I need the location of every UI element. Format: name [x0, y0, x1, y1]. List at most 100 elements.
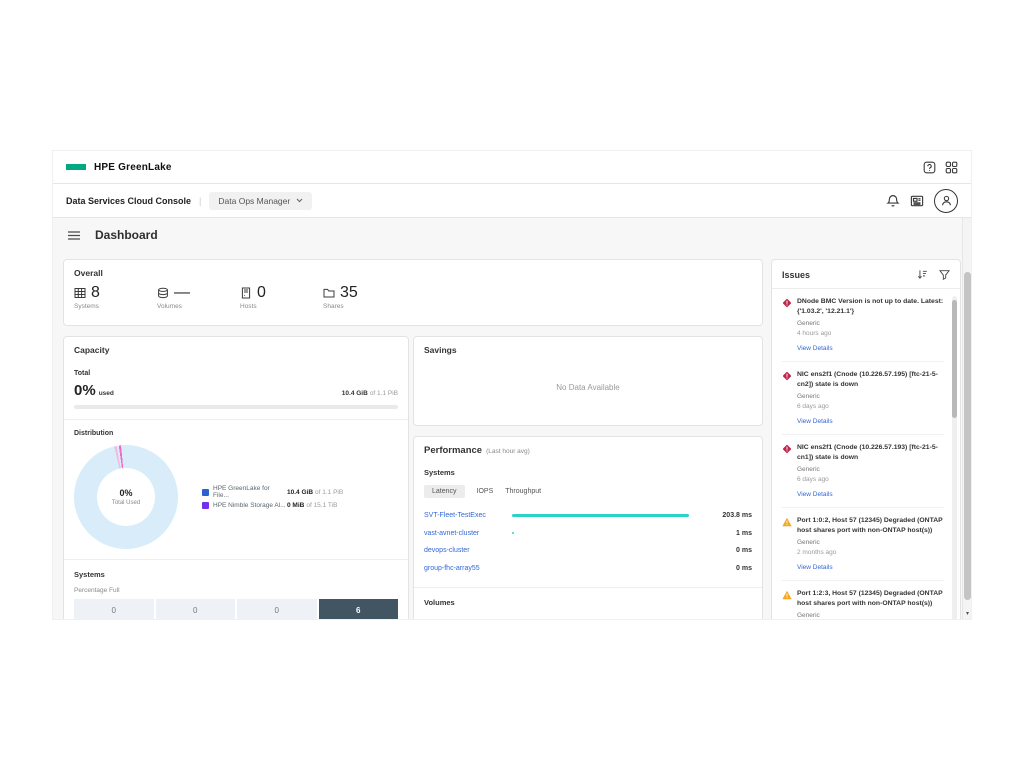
issue-title: NIC ens2f1 (Cnode (10.226.57.193) [ftc-2…	[797, 443, 944, 462]
sort-button[interactable]	[917, 269, 928, 280]
brand-title: HPE GreenLake	[94, 162, 172, 173]
tab-latency[interactable]: Latency	[424, 485, 465, 498]
performance-tabs: Latency IOPS Throughput	[424, 485, 752, 498]
performance-subtitle: (Last hour avg)	[486, 448, 530, 455]
browser-viewport: HPE GreenLake	[52, 150, 972, 620]
performance-row: devops-cluster 0 ms	[424, 542, 752, 560]
divider	[414, 587, 762, 588]
shares-count: 35	[340, 285, 358, 301]
issues-scrollbar-thumb[interactable]	[952, 300, 957, 418]
chevron-down-icon	[296, 198, 303, 203]
help-icon	[923, 161, 936, 174]
notifications-button[interactable]	[886, 194, 900, 208]
issue-category: Generic	[797, 466, 944, 473]
system-link[interactable]: SVT-Fleet-TestExec	[424, 512, 512, 519]
volumes-label: Volumes	[157, 303, 203, 310]
stat-shares[interactable]: 35 Shares	[323, 285, 369, 310]
issue-time: 2 months ago	[797, 549, 944, 556]
system-link[interactable]: vast-avnet-cluster	[424, 530, 512, 537]
capacity-used-amount: 10.4 GiB	[342, 390, 368, 397]
legend-amount: 0 MiB	[287, 502, 304, 509]
legend-item[interactable]: HPE GreenLake for File... 10.4 GiB of 1.…	[202, 485, 343, 499]
capacity-used-percent: 0%	[74, 382, 96, 399]
capacity-used-of: of 1.1 PiB	[370, 390, 398, 397]
hosts-icon	[240, 287, 252, 299]
header-separator: |	[199, 196, 201, 206]
filter-icon	[939, 269, 950, 280]
legend-swatch-purple	[202, 502, 209, 509]
page-scrollbar[interactable]: ▾	[962, 218, 971, 619]
donut-center-label: Total Used	[112, 500, 140, 506]
latency-bar	[512, 514, 689, 517]
divider	[64, 419, 408, 420]
hosts-label: Hosts	[240, 303, 286, 310]
issue-item[interactable]: Port 1:0:2, Host 57 (12345) Degraded (ON…	[782, 508, 944, 581]
filter-button[interactable]	[939, 269, 950, 280]
capacity-used-suffix: used	[99, 390, 114, 397]
issue-item[interactable]: NIC ens2f1 (Cnode (10.226.57.193) [ftc-2…	[782, 435, 944, 508]
app-selector-dropdown[interactable]: Data Ops Manager	[209, 192, 312, 210]
percentage-full-buckets: 0 0 0 6	[74, 599, 398, 619]
legend-item[interactable]: HPE Nimble Storage Al... 0 MiB of 15.1 T…	[202, 502, 343, 509]
performance-rows: SVT-Fleet-TestExec 203.8 ms vast-avnet-c…	[424, 507, 752, 577]
view-details-link[interactable]: View Details	[797, 345, 833, 352]
legend-amount: 10.4 GiB	[287, 489, 313, 496]
issues-panel: Issues	[771, 259, 961, 619]
systems-count: 8	[91, 285, 100, 301]
volumes-icon	[157, 287, 169, 299]
critical-icon	[782, 444, 792, 501]
savings-panel: Savings No Data Available	[413, 336, 763, 426]
latency-value: 0 ms	[698, 547, 752, 554]
page-title: Dashboard	[95, 228, 158, 242]
issues-scrollbar[interactable]	[952, 296, 957, 619]
bucket-segment[interactable]: 0	[237, 599, 317, 619]
stat-hosts[interactable]: 0 Hosts	[240, 285, 286, 310]
issue-title: DNode BMC Version is not up to date. Lat…	[797, 297, 944, 316]
apps-grid-button[interactable]	[945, 161, 958, 174]
volumes-count: —	[174, 285, 190, 301]
issues-title: Issues	[782, 270, 810, 280]
hamburger-menu-button[interactable]	[68, 231, 80, 240]
shares-label: Shares	[323, 303, 369, 310]
issue-time: 4 hours ago	[797, 330, 944, 337]
stat-volumes[interactable]: — Volumes	[157, 285, 203, 310]
critical-icon	[782, 298, 792, 355]
scrollbar-down-arrow[interactable]: ▾	[964, 610, 971, 618]
issue-item[interactable]: NIC ens2f1 (Cnode (10.226.57.195) [ftc-2…	[782, 362, 944, 435]
stat-systems[interactable]: 8 Systems	[74, 285, 120, 310]
legend-name: HPE Nimble Storage Al...	[213, 502, 287, 509]
systems-icon	[74, 287, 86, 299]
critical-icon	[782, 371, 792, 428]
savings-title: Savings	[424, 345, 752, 355]
bucket-segment[interactable]: 0	[156, 599, 236, 619]
latency-bar-track	[512, 532, 698, 535]
view-details-link[interactable]: View Details	[797, 491, 833, 498]
news-icon	[910, 194, 924, 208]
tab-iops[interactable]: IOPS	[477, 485, 494, 498]
performance-row: SVT-Fleet-TestExec 203.8 ms	[424, 507, 752, 525]
system-link[interactable]: devops-cluster	[424, 547, 512, 554]
apps-grid-icon	[945, 161, 958, 174]
capacity-systems-label: Systems	[74, 570, 398, 579]
user-avatar[interactable]	[934, 189, 958, 213]
tab-throughput[interactable]: Throughput	[505, 485, 541, 498]
latency-bar	[512, 532, 514, 535]
bucket-segment-dark[interactable]: 6	[319, 599, 399, 619]
legend-of: of 15.1 TiB	[306, 502, 337, 509]
issue-category: Generic	[797, 320, 944, 327]
issue-item[interactable]: Port 1:2:3, Host 57 (12345) Degraded (ON…	[782, 581, 944, 619]
view-details-link[interactable]: View Details	[797, 418, 833, 425]
view-details-link[interactable]: View Details	[797, 564, 833, 571]
app-selector-label: Data Ops Manager	[218, 196, 290, 206]
donut-center: 0% Total Used	[97, 468, 155, 526]
distribution-label: Distribution	[74, 430, 398, 437]
page-scrollbar-thumb[interactable]	[964, 272, 971, 600]
system-link[interactable]: group-fhc-array55	[424, 565, 512, 572]
hosts-count: 0	[257, 285, 266, 301]
whats-new-button[interactable]	[910, 194, 924, 208]
bucket-segment[interactable]: 0	[74, 599, 154, 619]
systems-label: Systems	[74, 303, 120, 310]
performance-systems-label: Systems	[424, 468, 752, 477]
help-button[interactable]	[923, 161, 936, 174]
issue-item[interactable]: DNode BMC Version is not up to date. Lat…	[782, 289, 944, 362]
